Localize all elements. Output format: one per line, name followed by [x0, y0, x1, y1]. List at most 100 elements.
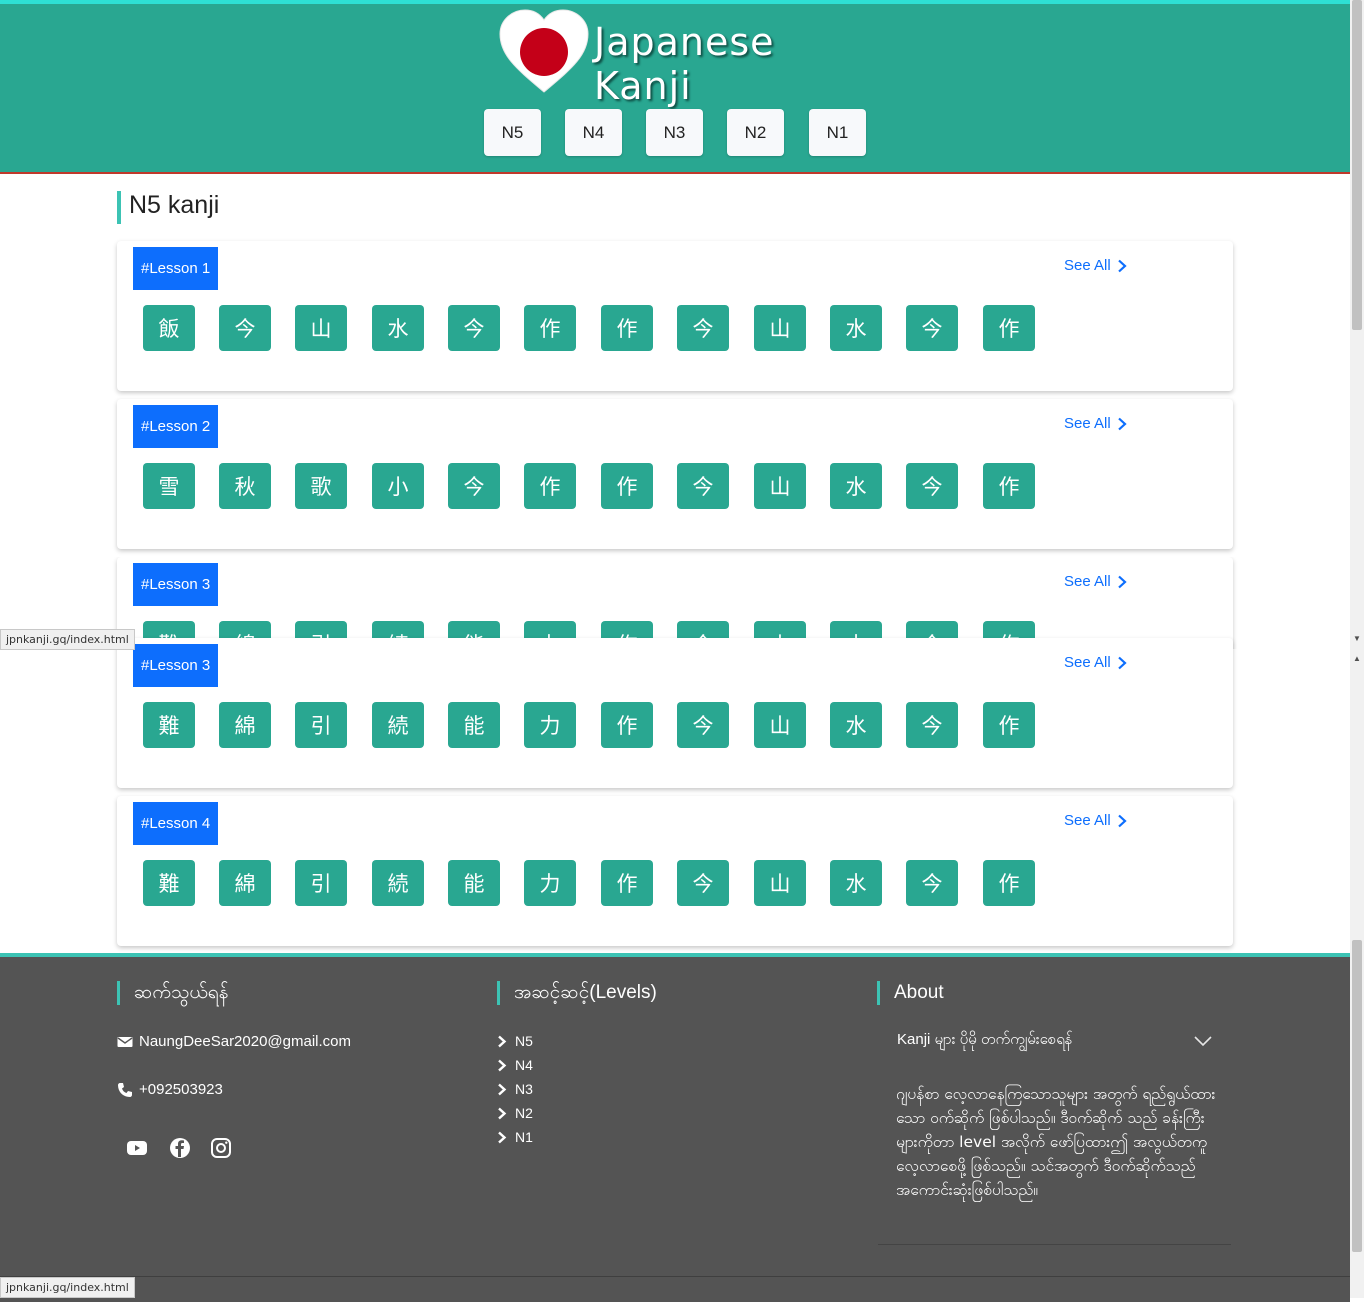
kanji-button[interactable]: 引: [295, 702, 347, 748]
kanji-button[interactable]: 今: [677, 702, 729, 748]
kanji-button[interactable]: 能: [448, 702, 500, 748]
footer-level-n1[interactable]: N1: [497, 1129, 533, 1145]
chevron-right-icon: [1117, 656, 1127, 669]
kanji-button[interactable]: 今: [219, 305, 271, 351]
status-url-tooltip: jpnkanji.gq/index.html: [0, 629, 135, 650]
kanji-button[interactable]: 秋: [219, 463, 271, 509]
about-accordion-toggle[interactable]: Kanji များ ပိုမို တက်ကျွမ်းစေရန်: [897, 1030, 1073, 1052]
kanji-button[interactable]: 作: [524, 463, 576, 509]
footer-level-n2[interactable]: N2: [497, 1105, 533, 1121]
level-button-n5[interactable]: N5: [484, 109, 541, 156]
phone-text: +092503923: [139, 1081, 223, 1098]
kanji-button[interactable]: 水: [830, 305, 882, 351]
kanji-button[interactable]: 今: [677, 305, 729, 351]
see-all-label: See All: [1064, 415, 1111, 432]
footer-level-n5[interactable]: N5: [497, 1033, 533, 1049]
phone-icon: [118, 1082, 132, 1097]
kanji-button[interactable]: 難: [143, 702, 195, 748]
chevron-down-icon[interactable]: [1194, 1035, 1212, 1047]
footer-level-label: N2: [515, 1105, 533, 1121]
kanji-button[interactable]: 今: [906, 860, 958, 906]
kanji-button[interactable]: 今: [677, 860, 729, 906]
kanji-button[interactable]: 飯: [143, 305, 195, 351]
kanji-button[interactable]: 今: [906, 463, 958, 509]
kanji-button[interactable]: 今: [448, 463, 500, 509]
scrollbar-thumb-bottom[interactable]: [1352, 940, 1362, 1252]
kanji-button[interactable]: 作: [983, 463, 1035, 509]
kanji-button[interactable]: 作: [601, 463, 653, 509]
lesson-card-clip: #Lesson 3See All難綿引続能力作今山水今作: [0, 557, 1350, 649]
phone-line[interactable]: +092503923: [117, 1081, 223, 1098]
footer-level-n3[interactable]: N3: [497, 1081, 533, 1097]
kanji-button[interactable]: 作: [601, 305, 653, 351]
site-title: Japanese Kanji: [594, 20, 775, 108]
about-heading: About: [877, 981, 944, 1005]
footer-level-n4[interactable]: N4: [497, 1057, 533, 1073]
page-title: N5 kanji: [117, 191, 219, 224]
kanji-button[interactable]: 今: [906, 702, 958, 748]
see-all-label: See All: [1064, 812, 1111, 829]
kanji-button[interactable]: 作: [601, 702, 653, 748]
kanji-button[interactable]: 難: [143, 860, 195, 906]
youtube-icon[interactable]: [125, 1136, 149, 1160]
lesson-badge: #Lesson 1: [133, 247, 219, 290]
kanji-button[interactable]: 今: [677, 463, 729, 509]
kanji-button[interactable]: 続: [372, 702, 424, 748]
kanji-button[interactable]: 雪: [143, 463, 195, 509]
kanji-button[interactable]: 山: [754, 702, 806, 748]
kanji-button[interactable]: 綿: [219, 702, 271, 748]
kanji-button[interactable]: 山: [754, 305, 806, 351]
see-all-label: See All: [1064, 573, 1111, 590]
kanji-button[interactable]: 作: [983, 860, 1035, 906]
kanji-button[interactable]: 歌: [295, 463, 347, 509]
scroll-down-arrow-icon[interactable]: ▼: [1353, 634, 1361, 643]
lesson-card: #Lesson 1 See All 飯今山水今作作今山水今作: [117, 241, 1233, 391]
kanji-button[interactable]: 綿: [219, 860, 271, 906]
kanji-button[interactable]: 作: [983, 702, 1035, 748]
level-button-n2[interactable]: N2: [727, 109, 784, 156]
see-all-link[interactable]: See All: [1064, 257, 1127, 274]
see-all-link[interactable]: See All: [1064, 812, 1127, 829]
kanji-button[interactable]: 水: [372, 305, 424, 351]
kanji-button[interactable]: 水: [830, 860, 882, 906]
kanji-button[interactable]: 能: [448, 860, 500, 906]
level-button-n3[interactable]: N3: [646, 109, 703, 156]
footer-divider: [0, 1276, 1350, 1277]
kanji-button[interactable]: 今: [448, 305, 500, 351]
scroll-up-arrow-icon[interactable]: ▲: [1353, 654, 1361, 663]
status-url-tooltip-bottom: jpnkanji.gq/index.html: [0, 1277, 135, 1298]
kanji-button[interactable]: 力: [524, 860, 576, 906]
kanji-button[interactable]: 作: [601, 860, 653, 906]
kanji-button[interactable]: 水: [830, 702, 882, 748]
see-all-link[interactable]: See All: [1064, 573, 1127, 590]
kanji-button[interactable]: 作: [524, 305, 576, 351]
scrollbar[interactable]: ▼ ▲: [1350, 0, 1364, 1298]
kanji-button[interactable]: 力: [524, 702, 576, 748]
scrollbar-thumb-top[interactable]: [1352, 0, 1362, 330]
kanji-button[interactable]: 山: [754, 463, 806, 509]
kanji-button[interactable]: 山: [295, 305, 347, 351]
japan-heart-logo-icon: [499, 9, 589, 93]
levels-heading: အဆင့်ဆင့်(Levels): [497, 981, 657, 1005]
facebook-icon[interactable]: [168, 1136, 192, 1160]
email-line[interactable]: NaungDeeSar2020@gmail.com: [117, 1033, 351, 1050]
chevron-right-icon: [498, 1131, 507, 1143]
kanji-button[interactable]: 小: [372, 463, 424, 509]
kanji-button[interactable]: 引: [295, 860, 347, 906]
about-divider: [878, 1244, 1231, 1245]
see-all-label: See All: [1064, 257, 1111, 274]
chevron-right-icon: [1117, 417, 1127, 430]
brand[interactable]: Japanese Kanji: [498, 8, 878, 108]
kanji-button[interactable]: 山: [754, 860, 806, 906]
lesson-badge: #Lesson 4: [133, 802, 219, 845]
kanji-button[interactable]: 今: [906, 305, 958, 351]
kanji-button[interactable]: 水: [830, 463, 882, 509]
chevron-right-icon: [1117, 259, 1127, 272]
see-all-link[interactable]: See All: [1064, 654, 1127, 671]
level-button-n4[interactable]: N4: [565, 109, 622, 156]
instagram-icon[interactable]: [209, 1136, 233, 1160]
kanji-button[interactable]: 続: [372, 860, 424, 906]
kanji-button[interactable]: 作: [983, 305, 1035, 351]
level-button-n1[interactable]: N1: [809, 109, 866, 156]
see-all-link[interactable]: See All: [1064, 415, 1127, 432]
